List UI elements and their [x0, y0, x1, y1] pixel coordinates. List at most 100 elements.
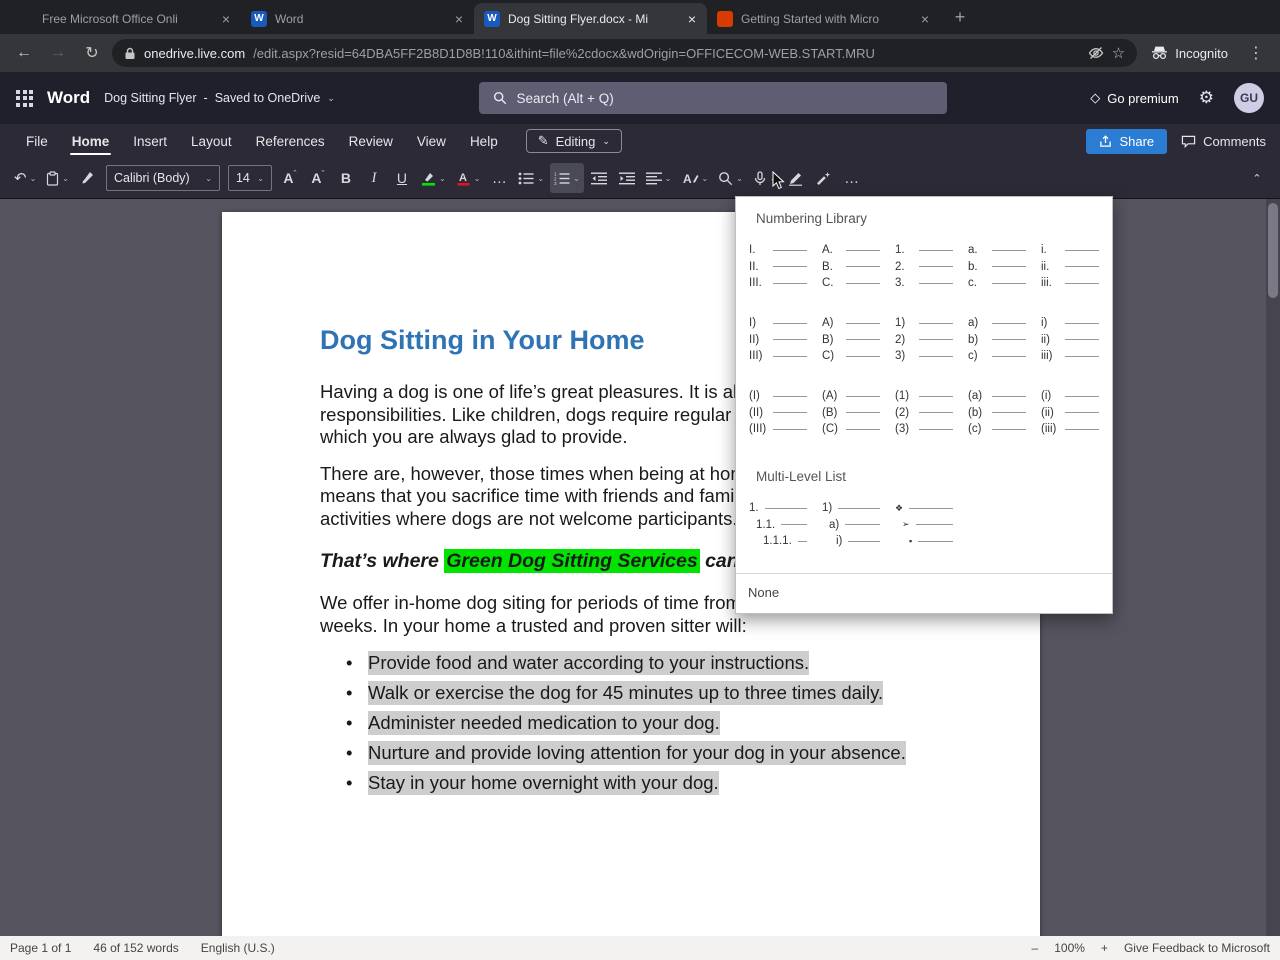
- zoom-out-button[interactable]: –: [1032, 941, 1039, 955]
- browser-tab[interactable]: W Word ×: [241, 3, 474, 34]
- designer-button[interactable]: [811, 163, 837, 193]
- numbering-preview-row: I): [749, 316, 807, 330]
- menu-item-home[interactable]: Home: [60, 124, 122, 158]
- share-button[interactable]: Share: [1086, 128, 1168, 154]
- comments-button[interactable]: Comments: [1181, 134, 1266, 149]
- more-commands-button[interactable]: …: [839, 163, 865, 193]
- font-name-select[interactable]: Calibri (Body) ⌄: [105, 165, 220, 191]
- styles-button[interactable]: A ⌄: [678, 163, 713, 193]
- tab-close-icon[interactable]: ×: [685, 11, 699, 27]
- document-title[interactable]: Dog Sitting Flyer: [104, 91, 196, 105]
- grow-font-button[interactable]: Aˆ: [277, 163, 303, 193]
- browser-tab[interactable]: W Dog Sitting Flyer.docx - Mi ×: [474, 3, 707, 34]
- browser-window: Free Microsoft Office Onli × W Word × W Dog Si…: [0, 0, 1280, 960]
- numbering-preview-row: (1): [895, 389, 953, 403]
- numbering-option[interactable]: (I) (II) (III): [746, 386, 810, 439]
- multilevel-preview-row: 1.1.: [749, 518, 807, 532]
- numbering-option[interactable]: (A) (B) (C): [819, 386, 883, 439]
- numbering-button[interactable]: 123 ⌄: [550, 163, 584, 193]
- browser-menu-button[interactable]: ⋮: [1242, 39, 1270, 67]
- numbering-none-option[interactable]: None: [736, 573, 1112, 613]
- paste-button[interactable]: ⌄: [42, 163, 73, 193]
- chevron-down-icon[interactable]: ⌄: [327, 93, 335, 104]
- alignment-button[interactable]: ⌄: [642, 163, 676, 193]
- editing-mode-button[interactable]: ✎ Editing ⌄: [525, 129, 622, 153]
- numbering-preview-row: A.: [822, 243, 880, 257]
- numbering-option[interactable]: A. B. C.: [819, 240, 883, 293]
- vertical-scrollbar[interactable]: [1266, 199, 1280, 936]
- numbering-option[interactable]: i) ii) iii): [1038, 313, 1102, 366]
- format-painter-button[interactable]: [75, 163, 101, 193]
- numbering-option[interactable]: (1) (2) (3): [892, 386, 956, 439]
- app-launcher-icon[interactable]: [16, 89, 33, 107]
- go-premium-button[interactable]: ◇ Go premium: [1090, 90, 1179, 106]
- reload-button[interactable]: ↻: [78, 39, 106, 67]
- more-font-options-button[interactable]: …: [486, 163, 512, 193]
- find-button[interactable]: ⌄: [714, 163, 747, 193]
- numbering-option[interactable]: (a) (b) (c): [965, 386, 1029, 439]
- tab-close-icon[interactable]: ×: [452, 11, 466, 27]
- multilevel-option[interactable]: 1. 1.1. 1.1.1.: [746, 498, 810, 551]
- font-color-icon: A: [457, 172, 470, 186]
- word-count[interactable]: 46 of 152 words: [93, 941, 178, 955]
- numbering-option[interactable]: I) II) III): [746, 313, 810, 366]
- numbering-option[interactable]: a. b. c.: [965, 240, 1029, 293]
- menu-item-insert[interactable]: Insert: [121, 124, 179, 158]
- zoom-level[interactable]: 100%: [1054, 941, 1085, 955]
- shrink-font-button[interactable]: Aˇ: [305, 163, 331, 193]
- increase-indent-button[interactable]: [614, 163, 640, 193]
- search-input[interactable]: Search (Alt + Q): [478, 82, 947, 114]
- numbering-option[interactable]: (i) (ii) (iii): [1038, 386, 1102, 439]
- numbering-option[interactable]: I. II. III.: [746, 240, 810, 293]
- dictate-button[interactable]: ⌄: [749, 163, 781, 193]
- numbering-preview-row: III.: [749, 276, 807, 290]
- font-color-button[interactable]: A ⌄: [452, 163, 485, 193]
- tab-close-icon[interactable]: ×: [219, 11, 233, 27]
- underline-button[interactable]: U: [389, 163, 415, 193]
- numbering-option[interactable]: i. ii. iii.: [1038, 240, 1102, 293]
- zoom-in-button[interactable]: +: [1101, 941, 1108, 955]
- tab-close-icon[interactable]: ×: [918, 11, 932, 27]
- numbering-option[interactable]: A) B) C): [819, 313, 883, 366]
- eye-off-icon[interactable]: [1088, 45, 1104, 61]
- settings-gear-icon[interactable]: ⚙: [1199, 88, 1214, 108]
- bullet-item: Nurture and provide loving attention for…: [346, 741, 942, 766]
- page-count[interactable]: Page 1 of 1: [10, 941, 71, 955]
- bullet-list-button[interactable]: ⌄: [514, 163, 548, 193]
- scrollbar-thumb[interactable]: [1268, 203, 1278, 298]
- numbering-option[interactable]: 1. 2. 3.: [892, 240, 956, 293]
- document-meta[interactable]: Dog Sitting Flyer - Saved to OneDrive ⌄: [104, 91, 335, 105]
- back-button[interactable]: ←: [10, 39, 38, 67]
- multilevel-option[interactable]: 1) a) i): [819, 498, 883, 551]
- new-tab-button[interactable]: +: [946, 3, 974, 31]
- collapse-ribbon-button[interactable]: ⌃: [1244, 163, 1270, 193]
- forward-button[interactable]: →: [44, 39, 72, 67]
- chevron-down-icon: ⌄: [701, 173, 709, 183]
- numbering-option[interactable]: a) b) c): [965, 313, 1029, 366]
- address-bar[interactable]: onedrive.live.com/edit.aspx?resid=64DBA5…: [112, 39, 1138, 67]
- decrease-indent-button[interactable]: [586, 163, 612, 193]
- numbering-option[interactable]: 1) 2) 3): [892, 313, 956, 366]
- feedback-link[interactable]: Give Feedback to Microsoft: [1124, 941, 1270, 955]
- browser-tab[interactable]: Free Microsoft Office Onli ×: [8, 3, 241, 34]
- bullet-item: Provide food and water according to your…: [346, 651, 942, 676]
- undo-button[interactable]: ↶ ⌄: [10, 163, 40, 193]
- account-avatar[interactable]: GU: [1234, 83, 1264, 113]
- menu-item-help[interactable]: Help: [458, 124, 510, 158]
- multilevel-option[interactable]: ❖ ➢ ▪: [892, 498, 956, 551]
- editor-button[interactable]: [783, 163, 809, 193]
- highlight-button[interactable]: ⌄: [417, 163, 450, 193]
- numbering-grid: I. II. III. A. B. C. 1. 2. 3. a. b. c. i. ii. iii. I) II…: [736, 228, 1112, 447]
- menu-item-view[interactable]: View: [405, 124, 458, 158]
- bookmark-star-icon[interactable]: ☆: [1112, 44, 1125, 62]
- browser-tab[interactable]: Getting Started with Micro ×: [707, 3, 940, 34]
- italic-button[interactable]: I: [361, 163, 387, 193]
- bold-button[interactable]: B: [333, 163, 359, 193]
- menu-item-references[interactable]: References: [244, 124, 337, 158]
- menu-item-file[interactable]: File: [14, 124, 60, 158]
- language[interactable]: English (U.S.): [201, 941, 275, 955]
- numbering-preview-row: iii.: [1041, 276, 1099, 290]
- menu-item-review[interactable]: Review: [337, 124, 405, 158]
- menu-item-layout[interactable]: Layout: [179, 124, 244, 158]
- font-size-select[interactable]: 14 ⌄: [227, 165, 272, 191]
